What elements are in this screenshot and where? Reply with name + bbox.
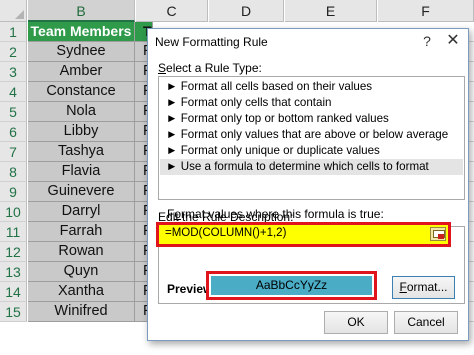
- team-member-cell[interactable]: Flavia: [28, 162, 135, 182]
- column-header-c[interactable]: C: [136, 0, 208, 22]
- rule-type-label: Select a Rule Type:: [158, 61, 262, 75]
- ok-button[interactable]: OK: [324, 311, 388, 334]
- row-header[interactable]: 3: [0, 62, 27, 82]
- formula-value: =MOD(COLUMN()+1,2): [165, 227, 287, 239]
- column-header-f[interactable]: F: [378, 0, 474, 22]
- rule-type-list[interactable]: ► Format all cells based on their values…: [158, 76, 465, 200]
- rule-type-item[interactable]: ► Format only top or bottom ranked value…: [160, 111, 463, 127]
- column-header-b[interactable]: B: [28, 0, 135, 22]
- preview-sample: AaBbCcYyZz: [211, 276, 372, 295]
- dialog-title: New Formatting Rule: [155, 35, 268, 49]
- cancel-button[interactable]: Cancel: [394, 311, 458, 334]
- team-member-cell[interactable]: Quyn: [28, 262, 135, 282]
- row-header[interactable]: 2: [0, 42, 27, 62]
- select-all-corner[interactable]: [0, 0, 27, 22]
- column-header-e[interactable]: E: [285, 0, 377, 22]
- team-member-cell[interactable]: Winifred: [28, 302, 135, 322]
- row-header[interactable]: 13: [0, 262, 27, 282]
- row-header[interactable]: 15: [0, 302, 27, 322]
- team-member-cell[interactable]: Nola: [28, 102, 135, 122]
- team-member-cell[interactable]: Sydnee: [28, 42, 135, 62]
- row-header[interactable]: 11: [0, 222, 27, 242]
- row-header[interactable]: 14: [0, 282, 27, 302]
- team-member-cell[interactable]: Darryl: [28, 202, 135, 222]
- team-member-cell[interactable]: Tashya: [28, 142, 135, 162]
- team-member-cell[interactable]: Rowan: [28, 242, 135, 262]
- formula-label-text: Format values where this formula is true…: [167, 207, 384, 221]
- help-button[interactable]: ?: [416, 31, 438, 51]
- team-member-cell[interactable]: Xantha: [28, 282, 135, 302]
- formula-input[interactable]: =MOD(COLUMN()+1,2): [156, 222, 451, 247]
- team-member-cell[interactable]: Farrah: [28, 222, 135, 242]
- dialog-titlebar[interactable]: New Formatting Rule ? ✕: [148, 29, 468, 55]
- range-picker-icon[interactable]: [430, 227, 446, 241]
- column-header-d[interactable]: D: [209, 0, 284, 22]
- row-header[interactable]: 5: [0, 102, 27, 122]
- rule-type-item[interactable]: ► Format only unique or duplicate values: [160, 143, 463, 159]
- row-header[interactable]: 1: [0, 22, 27, 42]
- row-header[interactable]: 10: [0, 202, 27, 222]
- close-button[interactable]: ✕: [442, 31, 464, 51]
- team-member-cell[interactable]: Libby: [28, 122, 135, 142]
- team-member-cell[interactable]: Constance: [28, 82, 135, 102]
- row-header[interactable]: 8: [0, 162, 27, 182]
- row-header[interactable]: 7: [0, 142, 27, 162]
- team-member-cell[interactable]: Guinevere: [28, 182, 135, 202]
- rule-type-item[interactable]: ► Format only values that are above or b…: [160, 127, 463, 143]
- new-formatting-rule-dialog: New Formatting Rule ? ✕ Select a Rule Ty…: [147, 28, 469, 341]
- row-header[interactable]: 12: [0, 242, 27, 262]
- row-header[interactable]: 6: [0, 122, 27, 142]
- rule-type-item-selected[interactable]: ► Use a formula to determine which cells…: [160, 159, 463, 175]
- preview-box: AaBbCcYyZz: [206, 271, 377, 300]
- rule-type-item[interactable]: ► Format all cells based on their values: [160, 79, 463, 95]
- team-member-cell[interactable]: Amber: [28, 62, 135, 82]
- row-header[interactable]: 9: [0, 182, 27, 202]
- rule-type-item[interactable]: ► Format only cells that contain: [160, 95, 463, 111]
- team-members-header-cell[interactable]: Team Members: [28, 22, 135, 42]
- format-button[interactable]: Format...: [392, 276, 455, 299]
- row-header[interactable]: 4: [0, 82, 27, 102]
